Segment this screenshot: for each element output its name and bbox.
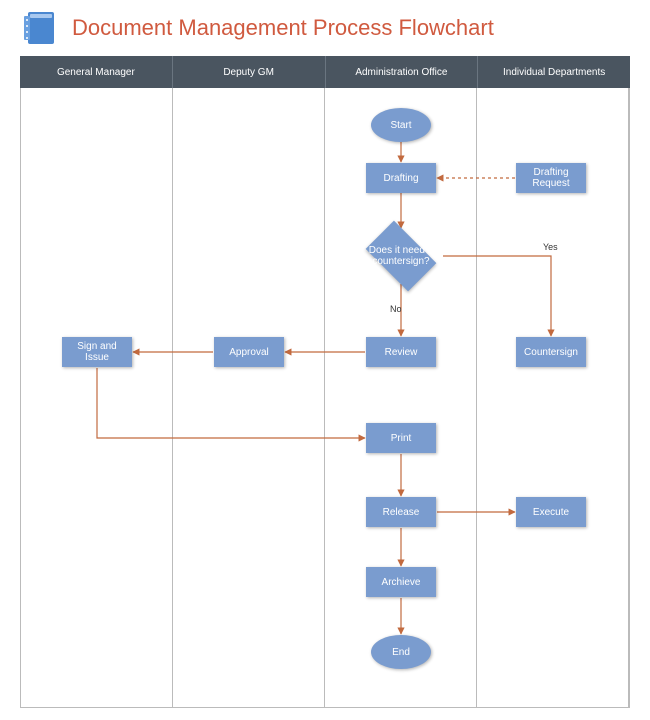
node-drafting: Drafting [366, 163, 436, 193]
decision-text: Does it need a countersign? [359, 245, 443, 267]
lane-dgm [173, 88, 325, 707]
lane-header-dgm: Deputy GM [173, 56, 326, 88]
node-countersign: Countersign [516, 337, 586, 367]
label-no: No [390, 304, 402, 314]
node-execute: Execute [516, 497, 586, 527]
page-header: Document Management Process Flowchart [0, 0, 650, 56]
node-drafting-request: Drafting Request [516, 163, 586, 193]
lane-gm [21, 88, 173, 707]
notebook-icon [20, 8, 60, 48]
node-archive: Archieve [366, 567, 436, 597]
page-title: Document Management Process Flowchart [72, 15, 494, 41]
node-end: End [371, 635, 431, 669]
lane-header-admin: Administration Office [326, 56, 479, 88]
label-yes: Yes [543, 242, 558, 252]
node-print: Print [366, 423, 436, 453]
node-review: Review [366, 337, 436, 367]
node-release: Release [366, 497, 436, 527]
lane-header-gm: General Manager [20, 56, 173, 88]
node-approval: Approval [214, 337, 284, 367]
swimlane-header: General Manager Deputy GM Administration… [20, 56, 630, 88]
swimlane-body: Start Drafting Drafting Request Does it … [20, 88, 630, 708]
node-start: Start [371, 108, 431, 142]
node-sign-issue: Sign and Issue [62, 337, 132, 367]
lane-header-dept: Individual Departments [478, 56, 630, 88]
node-decision: Does it need a countersign? [359, 228, 443, 284]
